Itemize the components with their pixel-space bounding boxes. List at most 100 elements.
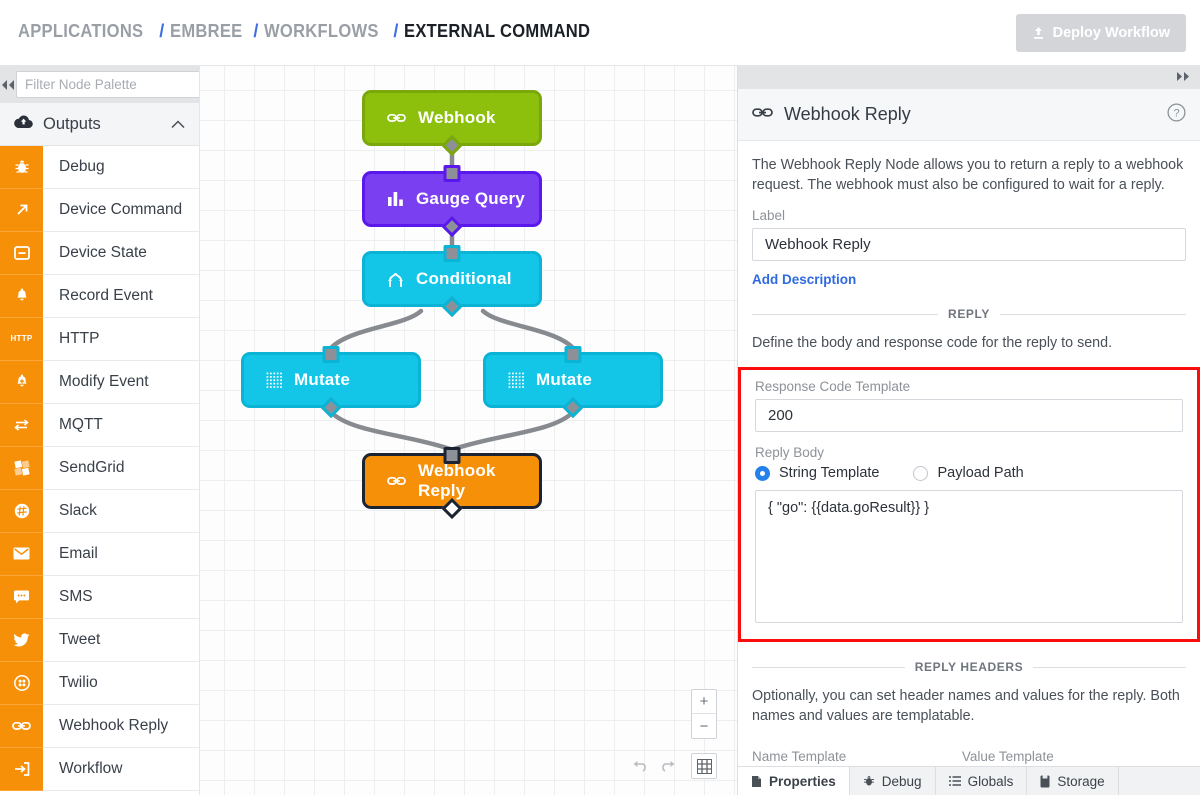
reply-body-mode-group: String Template Payload Path xyxy=(755,465,1183,481)
question-circle-icon[interactable]: ? xyxy=(1167,102,1186,127)
slack-icon xyxy=(0,489,43,533)
breadcrumb-item-2[interactable]: WORKFLOWS xyxy=(264,21,379,42)
panel-tab-debug[interactable]: Debug xyxy=(850,767,936,795)
redo-button[interactable] xyxy=(656,755,678,777)
node-input-handle[interactable] xyxy=(443,165,461,182)
panel-tab-label: Storage xyxy=(1057,773,1105,789)
reply-headers-divider: REPLY HEADERS xyxy=(752,660,1186,674)
palette-item-modify-event[interactable]: Modify Event xyxy=(0,360,199,404)
radio-string-template-label: String Template xyxy=(779,465,880,481)
chevron-double-right-icon xyxy=(1177,71,1189,81)
palette-item-twilio[interactable]: Twilio xyxy=(0,661,199,705)
node-input-handle[interactable] xyxy=(564,346,582,363)
toggle-grid-button[interactable] xyxy=(691,753,717,779)
reply-highlight-box: Response Code Template Reply Body String… xyxy=(738,367,1200,642)
panel-tab-globals[interactable]: Globals xyxy=(936,767,1028,795)
response-code-input[interactable] xyxy=(755,399,1183,432)
fork-icon xyxy=(387,271,404,288)
collapse-palette-button[interactable] xyxy=(0,66,16,103)
panel-tab-properties[interactable]: Properties xyxy=(738,767,850,795)
reply-headers-divider-label: REPLY HEADERS xyxy=(914,660,1024,674)
minus-box-icon xyxy=(0,231,43,275)
workflow-node-gauge-query[interactable]: Gauge Query xyxy=(362,165,542,238)
palette-item-label: SMS xyxy=(59,588,93,605)
palette-item-list: Debug Device Command Device State Record Ev… xyxy=(0,145,199,791)
svg-text:?: ? xyxy=(1173,107,1179,119)
palette-item-workflow[interactable]: Workflow xyxy=(0,747,199,791)
palette-item-label: Modify Event xyxy=(59,373,149,390)
palette-item-label: Record Event xyxy=(59,287,153,304)
palette-item-record-event[interactable]: Record Event xyxy=(0,274,199,318)
link-icon xyxy=(752,106,773,124)
sendgrid-icon xyxy=(0,446,43,490)
palette-item-debug[interactable]: Debug xyxy=(0,145,199,189)
palette-item-label: MQTT xyxy=(59,416,103,433)
panel-tab-label: Properties xyxy=(769,773,836,789)
breadcrumb-separator: / xyxy=(253,21,259,41)
workflow-node-label: Webhook Reply xyxy=(418,461,496,500)
workflow-canvas[interactable]: Webhook Gauge Query Conditional Mutate Mutat… xyxy=(200,66,737,795)
palette-item-tweet[interactable]: Tweet xyxy=(0,618,199,662)
chevron-up-icon[interactable] xyxy=(171,117,185,132)
palette-item-device-command[interactable]: Device Command xyxy=(0,188,199,232)
document-icon xyxy=(751,775,762,788)
palette-item-mqtt[interactable]: MQTT xyxy=(0,403,199,447)
node-input-handle[interactable] xyxy=(443,447,461,464)
name-template-label: Name Template xyxy=(752,749,847,764)
zoom-out-button[interactable]: − xyxy=(692,714,716,738)
radio-dot-icon xyxy=(913,465,929,481)
chat-bubble-icon xyxy=(0,575,43,619)
workflow-node-label: Mutate xyxy=(294,370,350,389)
node-palette: Outputs Debug Device Command Device State R… xyxy=(0,66,200,795)
link-icon xyxy=(387,112,406,124)
grid-dots-icon xyxy=(266,372,282,388)
panel-content: The Webhook Reply Node allows you to ret… xyxy=(738,141,1200,795)
palette-item-label: Tweet xyxy=(59,631,101,648)
palette-item-label: Twilio xyxy=(59,674,98,691)
palette-item-slack[interactable]: Slack xyxy=(0,489,199,533)
radio-payload-path[interactable]: Payload Path xyxy=(913,465,1024,481)
palette-item-email[interactable]: Email xyxy=(0,532,199,576)
radio-string-template[interactable]: String Template xyxy=(755,465,879,481)
deploy-workflow-label: Deploy Workflow xyxy=(1052,25,1170,41)
palette-item-sms[interactable]: SMS xyxy=(0,575,199,619)
palette-item-label: Webhook Reply xyxy=(59,717,169,734)
workflow-node-mutate-left[interactable]: Mutate xyxy=(241,346,421,419)
chevron-double-left-icon xyxy=(2,79,14,90)
workflow-node-webhook-reply[interactable]: Webhook Reply xyxy=(362,447,542,520)
palette-item-webhook-reply[interactable]: Webhook Reply xyxy=(0,704,199,748)
undo-button[interactable] xyxy=(630,755,652,777)
breadcrumb-item-0[interactable]: APPLICATIONS xyxy=(18,21,143,42)
radio-dot-icon xyxy=(755,465,770,481)
filter-node-palette-input[interactable] xyxy=(16,71,199,98)
bug-icon xyxy=(863,775,875,787)
workflow-node-webhook[interactable]: Webhook xyxy=(362,90,542,157)
reply-headers-description: Optionally, you can set header names and… xyxy=(752,688,1180,724)
workflow-node-label: Webhook xyxy=(418,108,496,127)
exchange-arrows-icon xyxy=(0,403,43,447)
expand-panel-button[interactable] xyxy=(1175,71,1191,84)
add-description-link[interactable]: Add Description xyxy=(752,272,856,287)
zoom-in-button[interactable]: + xyxy=(692,690,716,714)
panel-tab-storage[interactable]: Storage xyxy=(1027,767,1119,795)
workflow-node-mutate-right[interactable]: Mutate xyxy=(483,346,663,419)
palette-item-http[interactable]: HTTP HTTP xyxy=(0,317,199,361)
node-input-handle[interactable] xyxy=(322,346,340,363)
bell-icon xyxy=(0,274,43,318)
reply-body-textarea[interactable]: { "go": {{data.goResult}} } xyxy=(755,490,1183,623)
http-text-icon: HTTP xyxy=(0,317,43,361)
palette-item-label: Email xyxy=(59,545,98,562)
breadcrumb-item-1[interactable]: EMBREE xyxy=(170,21,243,42)
grid-icon xyxy=(696,758,712,774)
deploy-workflow-button[interactable]: Deploy Workflow xyxy=(1015,14,1186,52)
palette-item-sendgrid[interactable]: SendGrid xyxy=(0,446,199,490)
top-bar: APPLICATIONS / EMBREE / WORKFLOWS / EXTERNAL C… xyxy=(0,0,1200,66)
workflow-node-label: Gauge Query xyxy=(416,189,525,208)
label-input[interactable] xyxy=(752,228,1186,261)
palette-item-device-state[interactable]: Device State xyxy=(0,231,199,275)
palette-group-outputs[interactable]: Outputs xyxy=(0,103,199,146)
cloud-icon xyxy=(14,114,33,134)
palette-item-label: SendGrid xyxy=(59,459,125,476)
node-input-handle[interactable] xyxy=(443,245,461,262)
workflow-node-conditional[interactable]: Conditional xyxy=(362,245,542,318)
